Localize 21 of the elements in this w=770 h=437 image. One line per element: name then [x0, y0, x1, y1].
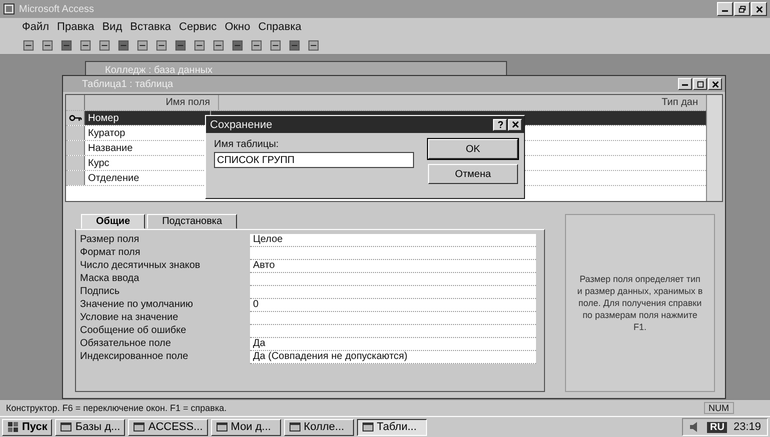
property-label: Подпись	[80, 286, 121, 299]
column-header: Имя поля	[85, 95, 219, 110]
window-title: Колледж : база данных	[104, 64, 213, 76]
property-label: Размер поля	[80, 234, 140, 247]
property-label: Значение по умолчанию	[80, 299, 194, 312]
property-label: Сообщение об ошибке	[80, 325, 188, 338]
status-text: Конструктор. F6 = переключение окон. F1 = справка.	[6, 403, 227, 413]
window-title: Таблица1 : таблица	[81, 78, 174, 90]
property-label: Условие на значение	[80, 312, 180, 325]
help-text: Размер поля определяет тип и размер данных, хранимых в поле. Для получения справки по размерам поля нажмите F1.	[576, 273, 704, 333]
field-label: Имя таблицы:	[214, 139, 280, 150]
status-indicator: NUM	[704, 402, 734, 414]
dialog-title: Сохранение	[210, 118, 272, 130]
property-label: Индексированное поле	[80, 351, 190, 364]
property-label: Маска ввода	[80, 273, 140, 286]
clock: 23:19	[733, 421, 761, 433]
property-label: Число десятичных знаков	[80, 260, 202, 273]
property-label: Формат поля	[80, 247, 142, 260]
app-title: Microsoft Access	[19, 4, 94, 14]
column-header: Тип дан	[660, 96, 699, 110]
property-label: Обязательное поле	[80, 338, 172, 351]
